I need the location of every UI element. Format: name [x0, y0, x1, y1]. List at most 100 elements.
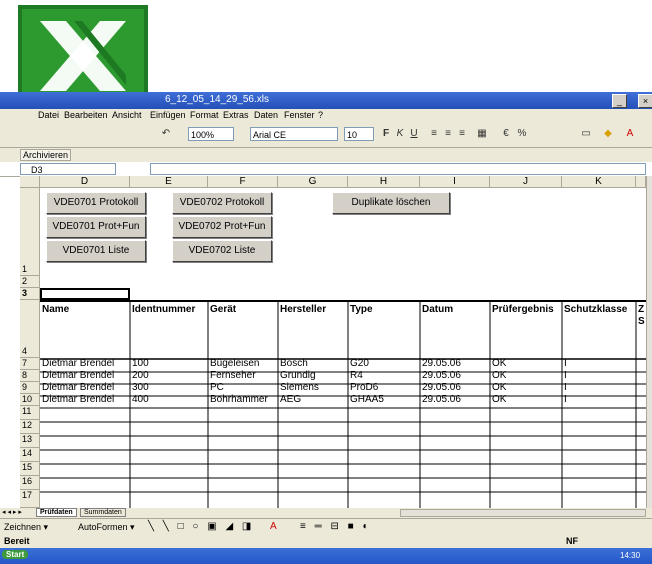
cell[interactable]: 400 — [130, 394, 208, 406]
zoom-select[interactable]: 100% — [188, 127, 234, 141]
font-size-select[interactable]: 10 — [344, 127, 374, 141]
cell[interactable]: Dietmar Brendel — [40, 394, 130, 406]
cell[interactable]: 200 — [130, 370, 208, 382]
merge-icon[interactable]: ▦ — [476, 128, 488, 140]
cell[interactable]: OK — [490, 382, 562, 394]
borders-icon[interactable]: ▭ — [580, 128, 592, 140]
row-header[interactable]: 7 — [20, 358, 40, 370]
fill-color-icon[interactable]: ◆ — [602, 128, 614, 140]
cell[interactable]: I — [562, 394, 636, 406]
cell[interactable]: GHAA5 — [348, 394, 420, 406]
column-header[interactable]: G — [278, 176, 348, 188]
row-header[interactable]: 17 — [20, 490, 40, 508]
row-header[interactable]: 12 — [20, 420, 40, 434]
cell[interactable]: G20 — [348, 358, 420, 370]
vde0701-liste-button[interactable]: VDE0701 Liste — [46, 240, 146, 262]
vde0702-protfun-button[interactable]: VDE0702 Prot+Fun — [172, 216, 272, 238]
font-select[interactable]: Arial CE — [250, 127, 338, 141]
cell[interactable]: OK — [490, 370, 562, 382]
vde0702-protokoll-button[interactable]: VDE0702 Protokoll — [172, 192, 272, 214]
row-header[interactable]: 8 — [20, 370, 40, 382]
cell[interactable]: OK — [490, 394, 562, 406]
close-button[interactable]: × — [638, 94, 652, 108]
archive-button[interactable]: Archivieren — [20, 149, 72, 161]
vertical-scrollbar[interactable] — [646, 176, 652, 508]
row-header[interactable]: 10 — [20, 394, 40, 406]
currency-icon[interactable]: € — [500, 128, 512, 140]
autoformen-menu[interactable]: AutoFormen ▾ — [78, 522, 135, 533]
tab-summdaten[interactable]: Summdaten — [80, 508, 126, 517]
row-header[interactable]: 13 — [20, 434, 40, 448]
drawing-shapes-icons[interactable]: ╲ ╲ □ ○ ▣ ◢ ◨ — [148, 521, 254, 532]
formula-input[interactable] — [150, 163, 646, 175]
menu-einfuegen[interactable]: Einfügen — [150, 110, 186, 120]
row-header[interactable]: 16 — [20, 476, 40, 490]
cell[interactable]: R4 — [348, 370, 420, 382]
align-right-icon[interactable]: ≡ — [456, 128, 468, 140]
cell[interactable]: Dietmar Brendel — [40, 382, 130, 394]
row-header[interactable]: 15 — [20, 462, 40, 476]
cell[interactable]: I — [562, 358, 636, 370]
align-center-icon[interactable]: ≡ — [442, 128, 454, 140]
align-left-icon[interactable]: ≡ — [428, 128, 440, 140]
row-header[interactable]: 11 — [20, 406, 40, 420]
cell[interactable]: 29.05.06 — [420, 358, 490, 370]
menu-ansicht[interactable]: Ansicht — [112, 110, 142, 120]
cell[interactable]: I — [562, 382, 636, 394]
duplikate-loeschen-button[interactable]: Duplikate löschen — [332, 192, 450, 214]
cell[interactable]: I — [562, 370, 636, 382]
undo-icon[interactable]: ↶ — [160, 128, 172, 140]
zeichnen-menu[interactable]: Zeichnen ▾ — [4, 522, 48, 533]
tab-pruefdaten[interactable]: Prüfdaten — [36, 508, 77, 517]
cell[interactable]: Dietmar Brendel — [40, 370, 130, 382]
menu-format[interactable]: Format — [190, 110, 219, 120]
underline-button[interactable]: U — [408, 128, 420, 140]
cell[interactable]: Bügeleisen — [208, 358, 278, 370]
column-header[interactable]: J — [490, 176, 562, 188]
menu-datei[interactable]: Datei — [38, 110, 59, 120]
cell[interactable]: PC — [208, 382, 278, 394]
select-all-corner[interactable] — [20, 176, 40, 188]
vde0701-protokoll-button[interactable]: VDE0701 Protokoll — [46, 192, 146, 214]
cell[interactable]: 300 — [130, 382, 208, 394]
column-header[interactable]: F — [208, 176, 278, 188]
row-header[interactable]: 2 — [20, 276, 40, 288]
minimize-button[interactable]: _ — [612, 94, 627, 108]
cell[interactable]: Bosch — [278, 358, 348, 370]
cell[interactable]: AEG — [278, 394, 348, 406]
vde0701-protfun-button[interactable]: VDE0701 Prot+Fun — [46, 216, 146, 238]
bold-button[interactable]: F — [380, 128, 392, 140]
selected-cell[interactable] — [40, 288, 130, 300]
column-header[interactable]: I — [420, 176, 490, 188]
menu-bearbeiten[interactable]: Bearbeiten — [64, 110, 108, 120]
column-header[interactable]: H — [348, 176, 420, 188]
cell[interactable]: Bohrhammer — [208, 394, 278, 406]
cell[interactable]: Dietmar Brendel — [40, 358, 130, 370]
percent-icon[interactable]: % — [516, 128, 528, 140]
horizontal-scrollbar[interactable] — [400, 509, 646, 517]
italic-button[interactable]: K — [394, 128, 406, 140]
cell[interactable]: Grundig — [278, 370, 348, 382]
menu-fenster[interactable]: Fenster — [284, 110, 315, 120]
column-header[interactable]: K — [562, 176, 636, 188]
line-color-icon[interactable]: A — [270, 521, 277, 532]
start-button[interactable]: Start — [2, 550, 29, 559]
cell[interactable]: 29.05.06 — [420, 394, 490, 406]
font-color-icon[interactable]: A — [624, 128, 636, 140]
cell[interactable]: ProD6 — [348, 382, 420, 394]
row-header[interactable]: 3 — [20, 288, 40, 300]
column-header[interactable]: E — [130, 176, 208, 188]
vde0702-liste-button[interactable]: VDE0702 Liste — [172, 240, 272, 262]
cell[interactable]: 100 — [130, 358, 208, 370]
cell[interactable]: 29.05.06 — [420, 382, 490, 394]
row-header[interactable]: 1 — [20, 188, 40, 276]
cell[interactable]: Siemens — [278, 382, 348, 394]
row-header[interactable]: 9 — [20, 382, 40, 394]
cell[interactable]: Fernseher — [208, 370, 278, 382]
menu-daten[interactable]: Daten — [254, 110, 278, 120]
menu-help[interactable]: ? — [318, 110, 323, 120]
row-header[interactable]: 14 — [20, 448, 40, 462]
worksheet-grid[interactable]: D E F G H I J K 1 2 3 4 7 8 9 10 11 12 1… — [20, 176, 646, 508]
tab-scroll-icon[interactable]: ◂ ◂ ▸ ▸ — [2, 508, 22, 516]
cell[interactable]: OK — [490, 358, 562, 370]
